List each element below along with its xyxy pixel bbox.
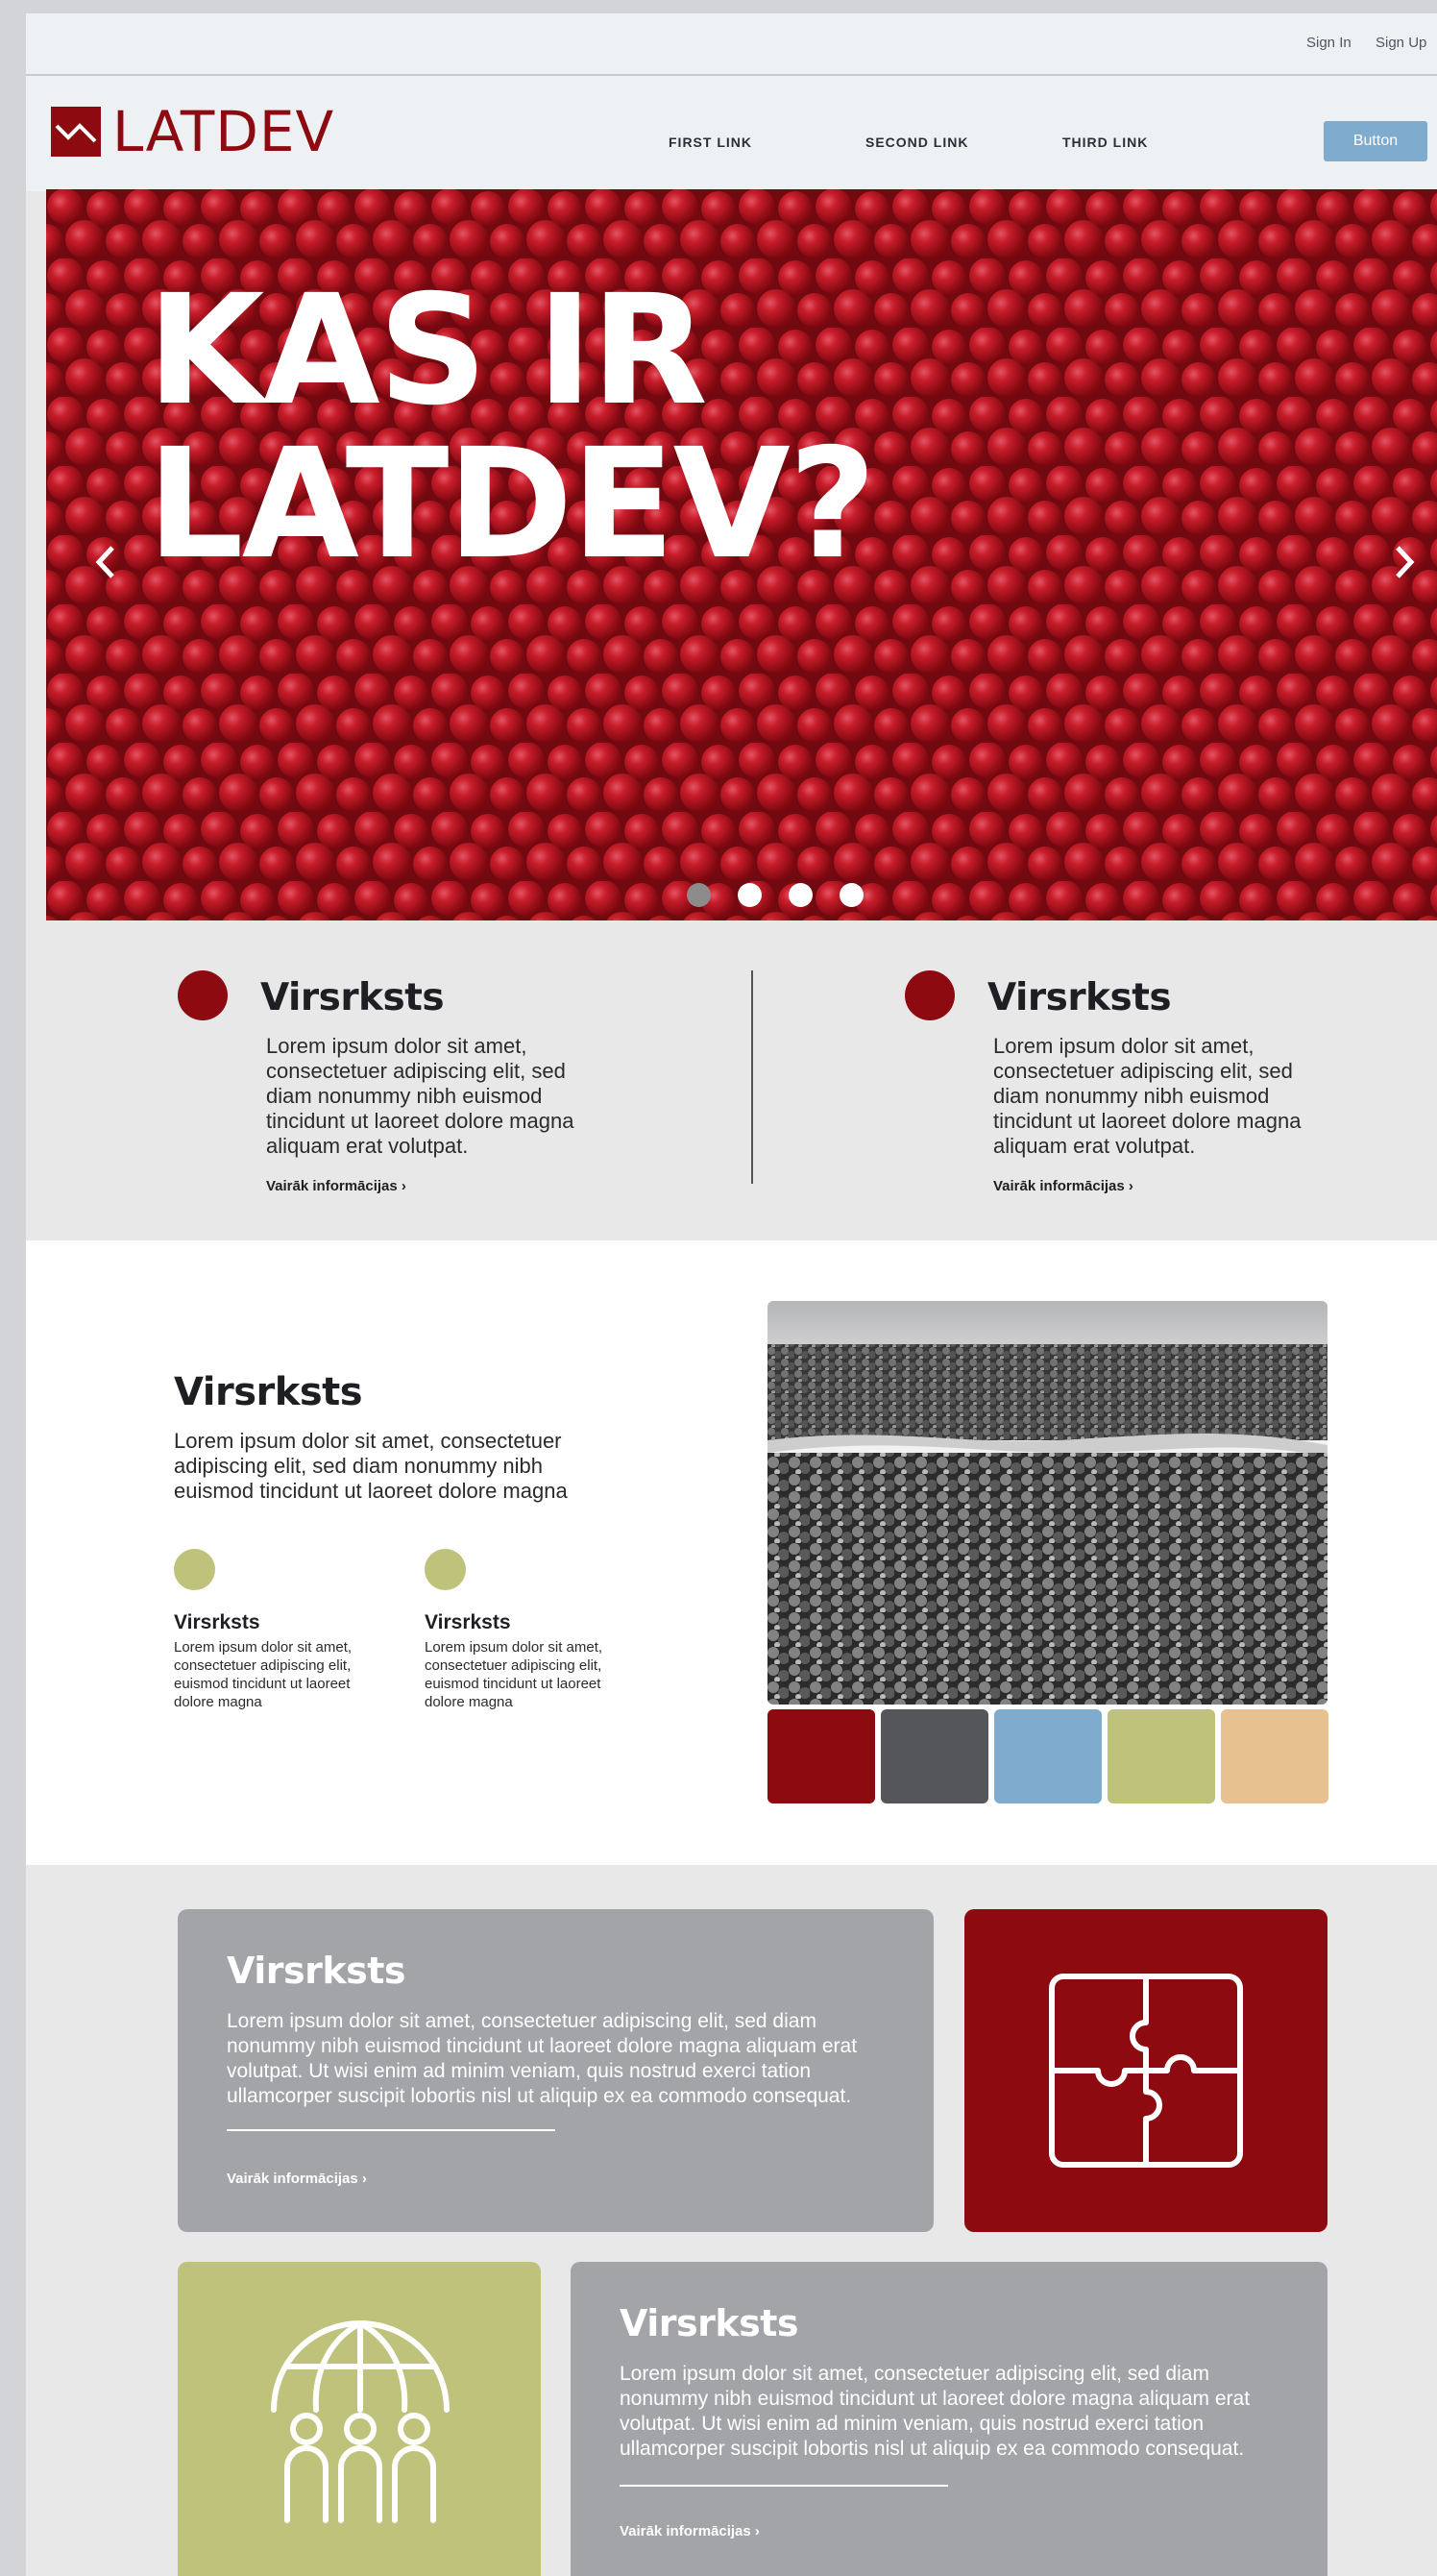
page: Sign In Sign Up LATDEV FIRST LINK SECOND… xyxy=(26,13,1437,2576)
feature-circle-icon xyxy=(905,970,955,1020)
carousel-dot-3[interactable] xyxy=(789,883,813,907)
info-card-2: Virsrksts Lorem ipsum dolor sit amet, co… xyxy=(571,2262,1327,2576)
sign-in-link[interactable]: Sign In xyxy=(1306,35,1352,51)
swatch-dark-grey xyxy=(881,1709,988,1803)
carousel-dot-2[interactable] xyxy=(738,883,762,907)
vertical-divider xyxy=(751,970,753,1184)
puzzle-icon xyxy=(1049,1974,1243,2168)
feature-circle-icon xyxy=(178,970,228,1020)
logo[interactable]: LATDEV xyxy=(51,99,335,164)
more-info-link[interactable]: Vairāk informācijas › xyxy=(266,1178,406,1194)
feature-title: Virsrksts xyxy=(260,976,445,1019)
mini-feature-title: Virsrksts xyxy=(425,1611,511,1633)
more-info-label: Vairāk informācijas xyxy=(993,1178,1125,1194)
card-divider xyxy=(620,2485,948,2487)
puzzle-card xyxy=(964,1909,1327,2232)
mini-feature-text: Lorem ipsum dolor sit amet, consectetuer… xyxy=(425,1639,603,1710)
swatch-red xyxy=(767,1709,875,1803)
carousel-next-arrow-icon[interactable] xyxy=(1386,540,1421,584)
card-text: Lorem ipsum dolor sit amet, consectetuer… xyxy=(620,2363,1251,2460)
feature-text: Lorem ipsum dolor sit amet, consectetuer… xyxy=(993,1034,1302,1158)
feature-title: Virsrksts xyxy=(987,976,1172,1019)
mini-feature-2: Virsrksts Lorem ipsum dolor sit amet, co… xyxy=(425,1549,631,1711)
carousel-dot-1[interactable] xyxy=(687,883,711,907)
chevron-right-icon: › xyxy=(1128,1178,1133,1194)
carousel-prev-arrow-icon[interactable] xyxy=(89,540,124,584)
carousel-dots xyxy=(687,883,864,907)
more-info-label: Vairāk informācijas xyxy=(227,2171,358,2187)
section-title: Virsrksts xyxy=(174,1370,363,1414)
mini-circle-icon xyxy=(174,1549,215,1590)
global-team-card xyxy=(178,2262,541,2576)
mini-feature-text: Lorem ipsum dolor sit amet, consectetuer… xyxy=(174,1639,353,1710)
more-info-link[interactable]: Vairāk informācijas › xyxy=(227,2171,367,2187)
chevron-right-icon: › xyxy=(361,2171,367,2187)
chevron-right-icon: › xyxy=(401,1178,406,1194)
info-card-1: Virsrksts Lorem ipsum dolor sit amet, co… xyxy=(178,1909,934,2232)
mini-feature-title: Virsrksts xyxy=(174,1611,260,1633)
card-title: Virsrksts xyxy=(227,1950,406,1992)
logo-mark-icon xyxy=(51,107,101,157)
feature-text: Lorem ipsum dolor sit amet, consectetuer… xyxy=(266,1034,574,1158)
card-title: Virsrksts xyxy=(620,2302,799,2344)
info-section: Virsrksts Lorem ipsum dolor sit amet, co… xyxy=(26,1240,1437,1865)
forest-photo xyxy=(767,1301,1327,1705)
features-section: Virsrksts Lorem ipsum dolor sit amet, co… xyxy=(26,920,1437,1240)
header-button[interactable]: Button xyxy=(1324,121,1427,161)
nav-first-link[interactable]: FIRST LINK xyxy=(669,135,752,150)
card-text: Lorem ipsum dolor sit amet, consectetuer… xyxy=(227,2010,858,2107)
section-lead-text: Lorem ipsum dolor sit amet, consectetuer… xyxy=(174,1429,568,1503)
more-info-link[interactable]: Vairāk informācijas › xyxy=(620,2523,760,2539)
carousel-dot-4[interactable] xyxy=(840,883,864,907)
hero-title: KAS IR LATDEV? xyxy=(147,262,876,593)
color-swatches xyxy=(767,1709,1328,1803)
card-divider xyxy=(227,2129,555,2131)
site-header: LATDEV FIRST LINK SECOND LINK THIRD LINK… xyxy=(26,76,1437,191)
hero-carousel: KAS IR LATDEV? xyxy=(46,189,1437,920)
logo-text: LATDEV xyxy=(112,99,335,164)
chevron-right-icon: › xyxy=(754,2523,760,2539)
more-info-label: Vairāk informācijas xyxy=(620,2523,751,2539)
mini-feature-1: Virsrksts Lorem ipsum dolor sit amet, co… xyxy=(174,1549,380,1711)
nav-third-link[interactable]: THIRD LINK xyxy=(1062,135,1148,150)
top-bar: Sign In Sign Up xyxy=(26,13,1437,76)
more-info-link[interactable]: Vairāk informācijas › xyxy=(993,1178,1133,1194)
swatch-olive xyxy=(1108,1709,1215,1803)
more-info-label: Vairāk informācijas xyxy=(266,1178,398,1194)
swatch-sand xyxy=(1221,1709,1328,1803)
swatch-blue xyxy=(994,1709,1102,1803)
sign-up-link[interactable]: Sign Up xyxy=(1376,35,1426,51)
global-team-icon xyxy=(271,2320,450,2523)
nav-second-link[interactable]: SECOND LINK xyxy=(865,135,968,150)
mini-circle-icon xyxy=(425,1549,466,1590)
